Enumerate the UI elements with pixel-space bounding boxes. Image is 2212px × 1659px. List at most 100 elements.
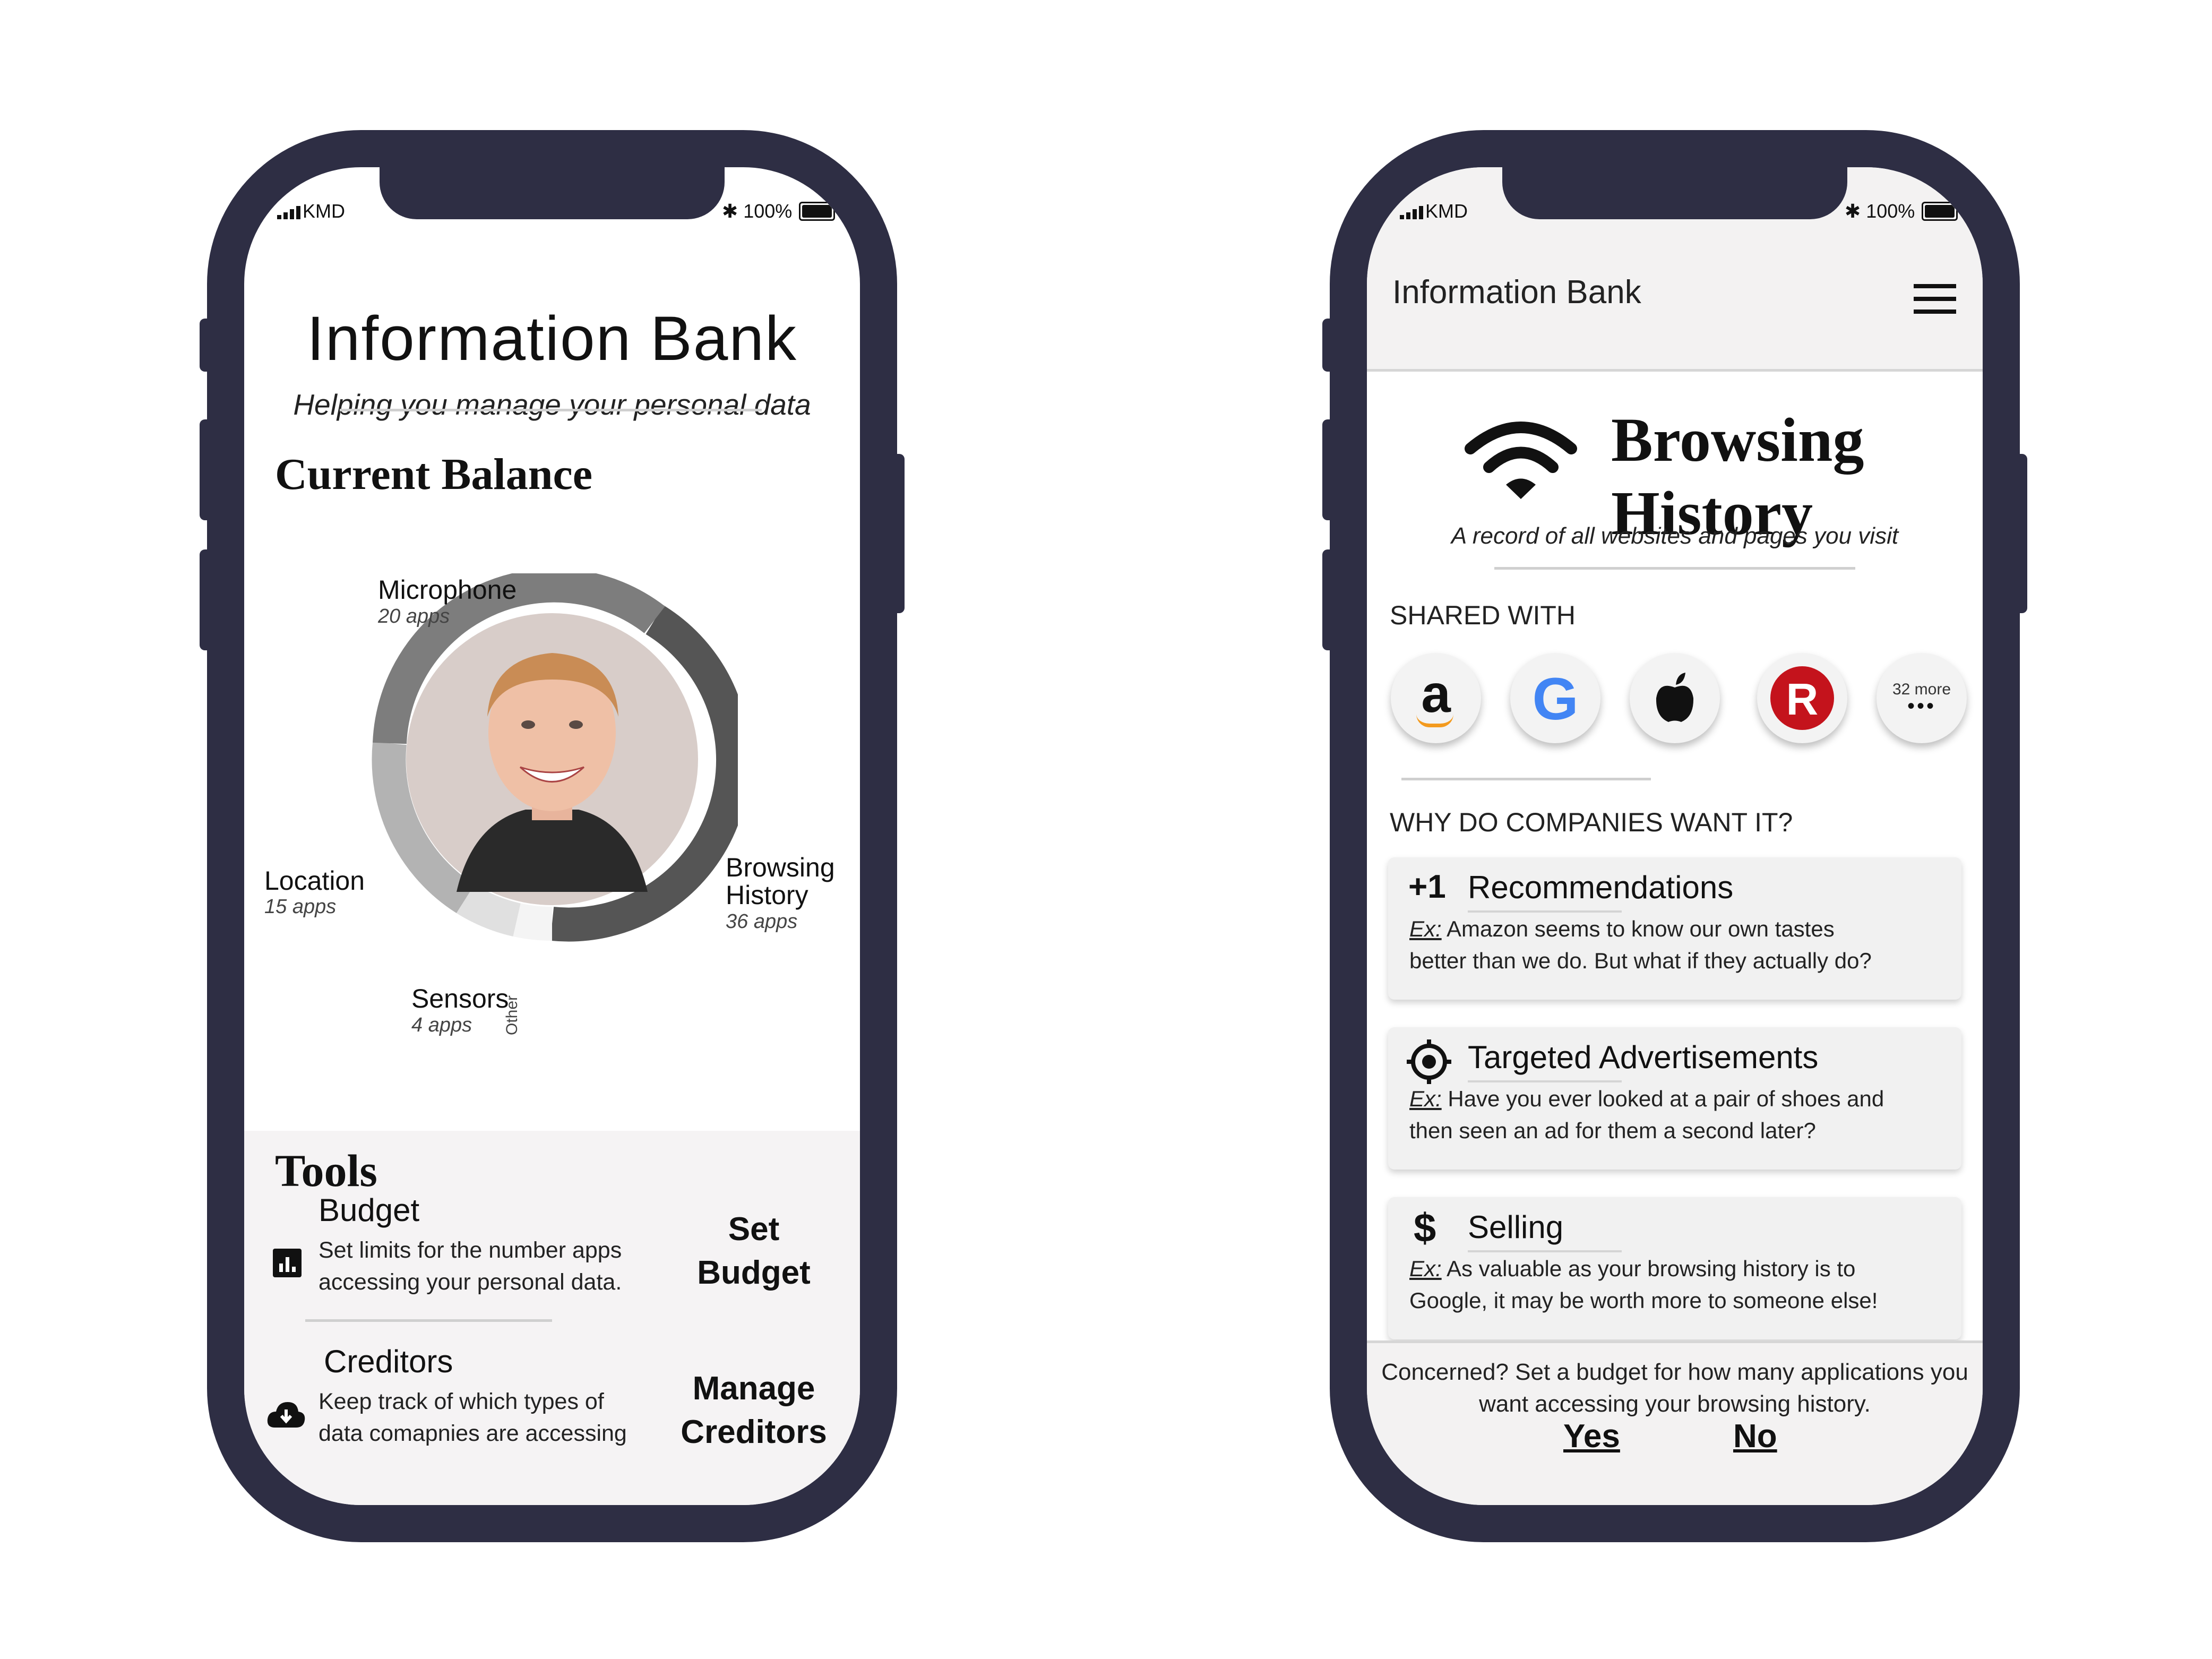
- apple-shape: [1656, 673, 1694, 722]
- segment-label-sensors: Sensors: [411, 984, 509, 1013]
- budget-desc: Set limits for the number apps accessing…: [319, 1234, 622, 1298]
- google-logo-icon[interactable]: G: [1510, 653, 1600, 743]
- more-icon: •••: [1907, 694, 1936, 718]
- header-divider: [340, 409, 762, 411]
- tools-panel: Tools Budget Set limits for the number a…: [244, 1131, 860, 1505]
- plus-one-icon: +1: [1408, 869, 1446, 905]
- prompt-line2: want accessing your browsing history.: [1479, 1391, 1871, 1417]
- rakuten-logo-icon[interactable]: R: [1757, 653, 1847, 743]
- card-text-line1: As valuable as your browsing history is …: [1441, 1256, 1856, 1281]
- tools-heading: Tools: [275, 1145, 377, 1196]
- shared-divider: [1401, 778, 1651, 780]
- status-carrier: KMD: [276, 200, 345, 222]
- yes-button[interactable]: Yes: [1563, 1417, 1620, 1455]
- no-button[interactable]: No: [1733, 1417, 1777, 1455]
- card-text-line2: better than we do. But what if they actu…: [1409, 948, 1872, 973]
- status-battery: ✱ 100%: [722, 200, 792, 222]
- reason-card-selling[interactable]: $ Selling Ex: As valuable as your browsi…: [1388, 1197, 1961, 1339]
- balance-ring-chart: [372, 573, 738, 942]
- hero-title-line1: Browsing: [1611, 405, 1864, 475]
- amazon-logo-icon[interactable]: a: [1391, 653, 1481, 743]
- why-heading: WHY DO COMPANIES WANT IT?: [1390, 807, 1793, 837]
- ring-segment-sensors[interactable]: [457, 884, 521, 937]
- set-budget-button[interactable]: Set Budget: [674, 1208, 833, 1295]
- status-carrier: KMD: [1399, 200, 1468, 222]
- rakuten-badge: R: [1770, 666, 1834, 730]
- segment-label-microphone: Microphone: [378, 575, 517, 605]
- rakuten-letter: R: [1786, 674, 1819, 724]
- power-button: [2011, 454, 2027, 613]
- power-button: [889, 454, 905, 613]
- card-title-underline: [1468, 910, 1622, 913]
- app-title: Information Bank: [306, 304, 798, 374]
- manage-creditors-line2: Creditors: [681, 1414, 827, 1450]
- segment-label-browsing-history: Browsing History: [726, 854, 835, 909]
- right-phone: Information Bank KMD ✱ 100% Browsing His…: [1322, 130, 2027, 1542]
- card-title-underline: [1468, 1080, 1622, 1082]
- notch: [380, 167, 725, 219]
- battery-icon: [1922, 202, 1958, 221]
- notch: [1502, 167, 1847, 219]
- volume-down-button: [1322, 549, 1338, 650]
- cloud-download-icon: [267, 1402, 305, 1428]
- card-title-recommendations: Recommendations: [1468, 870, 1734, 905]
- signal-icon: [277, 206, 300, 220]
- google-logo-letter: G: [1532, 666, 1579, 732]
- segment-sub-location: 15 apps: [264, 896, 337, 918]
- card-text-targeted-ads: Ex: Have you ever looked at a pair of sh…: [1409, 1083, 1884, 1147]
- creditors-desc-line2: data comapnies are accessing: [319, 1421, 627, 1446]
- left-phone: KMD ✱ 100% Information Bank Helping you …: [200, 130, 905, 1542]
- card-title-underline: [1468, 1250, 1622, 1252]
- status-battery: ✱ 100%: [1845, 200, 1915, 222]
- volume-down-button: [200, 549, 216, 650]
- budget-title: Budget: [319, 1192, 420, 1228]
- budget-desc-line2: accessing your personal data.: [319, 1269, 622, 1295]
- card-title-targeted-ads: Targeted Advertisements: [1468, 1039, 1819, 1075]
- card-text-line2: then seen an ad for them a second later?: [1409, 1118, 1816, 1143]
- right-screen: Information Bank KMD ✱ 100% Browsing His…: [1367, 167, 1983, 1505]
- apple-logo-icon[interactable]: [1630, 653, 1720, 743]
- target-icon: [1407, 1039, 1451, 1084]
- segment-label-other: Other: [503, 995, 521, 1035]
- creditors-title: Creditors: [324, 1344, 453, 1379]
- segment-sub-microphone: 20 apps: [378, 605, 450, 628]
- carrier-label: KMD: [303, 200, 345, 222]
- hero-subtitle: A record of all websites and pages you v…: [1451, 523, 1899, 549]
- card-text-line2: Google, it may be worth more to someone …: [1409, 1288, 1878, 1313]
- silent-switch: [200, 319, 216, 372]
- segment-label-browsing-line1: Browsing: [726, 853, 835, 882]
- card-title-selling: Selling: [1468, 1209, 1564, 1245]
- tools-divider: [305, 1319, 552, 1322]
- more-companies-button[interactable]: 32 more •••: [1877, 653, 1967, 743]
- reason-card-targeted-ads[interactable]: Targeted Advertisements Ex: Have you eve…: [1388, 1027, 1961, 1170]
- volume-up-button: [1322, 419, 1338, 520]
- set-budget-line2: Budget: [697, 1254, 811, 1291]
- app-subtitle: Helping you manage your personal data: [293, 388, 811, 421]
- creditors-desc-line1: Keep track of which types of: [319, 1389, 604, 1414]
- segment-sub-browsing-history: 36 apps: [726, 910, 798, 933]
- left-screen: KMD ✱ 100% Information Bank Helping you …: [244, 167, 860, 1505]
- card-text-recommendations: Ex: Amazon seems to know our own tastes …: [1409, 913, 1872, 977]
- manage-creditors-line1: Manage: [692, 1370, 815, 1407]
- example-prefix: Ex:: [1409, 1256, 1442, 1281]
- ring-segment-other[interactable]: [513, 903, 553, 941]
- balance-heading: Current Balance: [275, 450, 593, 499]
- silent-switch: [1322, 319, 1338, 372]
- bar-chart-icon: [273, 1249, 302, 1277]
- manage-creditors-button[interactable]: Manage Creditors: [653, 1367, 855, 1454]
- carrier-label: KMD: [1425, 200, 1468, 222]
- example-prefix: Ex:: [1409, 1086, 1442, 1111]
- app-bar-title: Information Bank: [1392, 274, 1641, 311]
- amazon-smile: [1416, 714, 1453, 727]
- set-budget-line1: Set: [728, 1211, 780, 1248]
- shared-with-heading: SHARED WITH: [1390, 600, 1576, 630]
- hamburger-menu-icon[interactable]: [1914, 284, 1956, 314]
- card-text-line1: Have you ever looked at a pair of shoes …: [1441, 1086, 1884, 1111]
- reason-card-recommendations[interactable]: +1 Recommendations Ex: Amazon seems to k…: [1388, 857, 1961, 1000]
- segment-sub-sensors: 4 apps: [411, 1014, 472, 1036]
- budget-prompt: Concerned? Set a budget for how many app…: [1367, 1340, 1983, 1505]
- prompt-line1: Concerned? Set a budget for how many app…: [1381, 1359, 1968, 1385]
- bluetooth-icon: ✱: [722, 200, 738, 222]
- segment-label-browsing-line2: History: [726, 880, 808, 910]
- creditors-desc: Keep track of which types of data comapn…: [319, 1386, 627, 1449]
